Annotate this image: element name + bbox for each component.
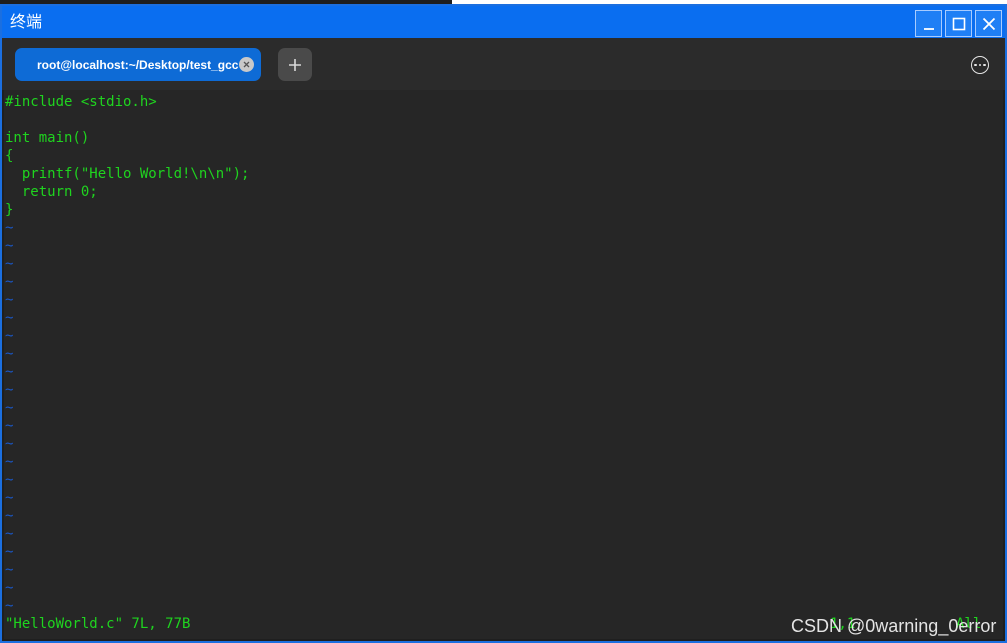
close-icon (243, 61, 250, 68)
empty-line-marker: ~ (5, 274, 14, 290)
empty-line-marker: ~ (5, 220, 14, 236)
empty-line-marker: ~ (5, 400, 14, 416)
empty-line-marker: ~ (5, 562, 14, 578)
tab-bar: root@localhost:~/Desktop/test_gcc (2, 38, 1005, 90)
watermark: CSDN @0warning_0error (791, 616, 997, 636)
new-tab-button[interactable] (278, 48, 312, 81)
empty-line-marker: ~ (5, 472, 14, 488)
empty-line-marker: ~ (5, 544, 14, 560)
empty-line-marker: ~ (5, 346, 14, 362)
tab-root-localhost[interactable]: root@localhost:~/Desktop/test_gcc (15, 48, 261, 81)
maximize-button[interactable] (945, 10, 972, 37)
code-line: { (5, 148, 14, 164)
empty-line-marker: ~ (5, 508, 14, 524)
empty-line-marker: ~ (5, 580, 14, 596)
plus-icon (289, 58, 301, 71)
title-bar[interactable]: 终端 (2, 6, 1005, 38)
close-button[interactable] (975, 10, 1002, 37)
code-line: #include <stdio.h> (5, 94, 157, 110)
empty-line-marker: ~ (5, 364, 14, 380)
tab-close-button[interactable] (239, 57, 254, 72)
empty-line-marker: ~ (5, 598, 14, 614)
empty-line-marker: ~ (5, 310, 14, 326)
empty-line-marker: ~ (5, 292, 14, 308)
window-title: 终端 (10, 12, 43, 31)
empty-line-marker: ~ (5, 436, 14, 452)
minimize-icon (923, 27, 934, 30)
status-message: "HelloWorld.c" 7L, 77B (5, 616, 191, 632)
empty-line-marker: ~ (5, 328, 14, 344)
empty-line-marker: ~ (5, 256, 14, 272)
maximize-icon (952, 17, 965, 30)
code-line: int main() (5, 130, 90, 146)
empty-line-marker: ~ (5, 454, 14, 470)
terminal-window: 终端 root@localhost:~/Desktop/test_gcc #in… (0, 4, 1007, 643)
empty-line-marker: ~ (5, 418, 14, 434)
empty-line-marker: ~ (5, 490, 14, 506)
empty-line-marker: ~ (5, 382, 14, 398)
tab-label: root@localhost:~/Desktop/test_gcc (37, 58, 239, 72)
code-line: } (5, 202, 14, 218)
empty-line-marker: ~ (5, 526, 14, 542)
code-line: return 0; (5, 184, 98, 200)
empty-line-marker: ~ (5, 238, 14, 254)
close-icon (982, 17, 995, 30)
vim-editor[interactable]: #include <stdio.h> int main() { printf("… (4, 90, 1003, 639)
more-options-icon[interactable] (971, 56, 989, 74)
code-line: printf("Hello World!\n\n"); (5, 166, 250, 182)
minimize-button[interactable] (915, 10, 942, 37)
